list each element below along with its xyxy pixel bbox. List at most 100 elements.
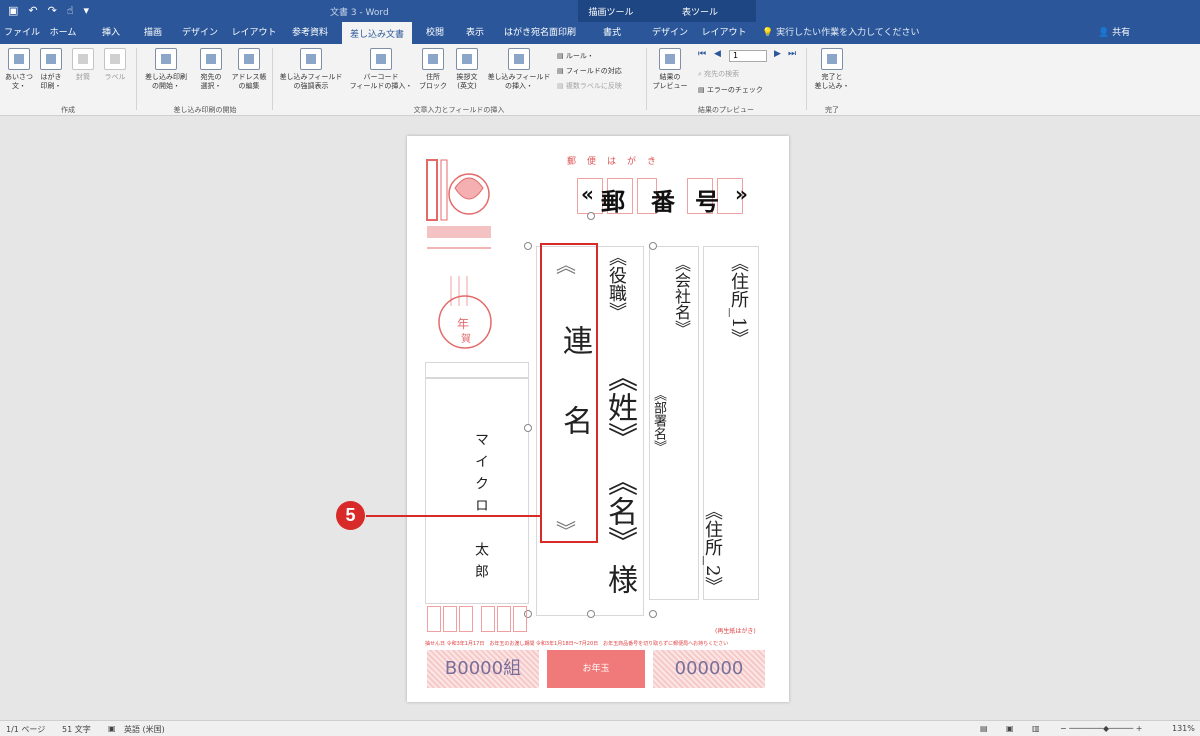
rules-label: ルール・ (565, 52, 594, 60)
greeting-label: あいさつ 文・ (5, 73, 33, 90)
tab-postcard-address[interactable]: はがき宛名面印刷 (500, 22, 580, 44)
rules-icon: ▤ (557, 52, 566, 60)
tab-design[interactable]: デザイン (178, 22, 222, 44)
greeting-line-button[interactable]: 挨拶文 (英文) (450, 48, 484, 91)
start-merge-icon (155, 48, 177, 70)
tab-home[interactable]: ホーム (46, 22, 80, 44)
tab-review[interactable]: 校閲 (420, 22, 450, 44)
record-number-input[interactable]: 1 (729, 50, 767, 62)
finish-merge-icon (821, 48, 843, 70)
web-layout-icon[interactable]: ▥ (1032, 724, 1040, 733)
highlight-fields-button[interactable]: 差し込みフィールド の強調表示 (276, 48, 346, 91)
tell-me-box[interactable]: 💡 実行したい作業を入力してください (762, 22, 920, 44)
update-labels-button[interactable]: ▤ 複数ラベルに反映 (557, 81, 622, 91)
first-record-icon[interactable]: ⏮ (698, 49, 706, 59)
tab-file[interactable]: ファイル (4, 22, 40, 44)
greeting-line-label: 挨拶文 (英文) (456, 73, 478, 90)
honorific-sama: 様 (602, 564, 637, 594)
zoom-slider[interactable]: − ───────◆───── + (1060, 724, 1142, 733)
tab-insert[interactable]: 挿入 (96, 22, 126, 44)
address1-merge-field[interactable]: 《住所_1》 (725, 254, 751, 346)
tab-table-layout[interactable]: レイアウト (700, 22, 748, 44)
sender-zip-box (481, 606, 495, 632)
tab-draw[interactable]: 描画 (138, 22, 168, 44)
quick-access-toolbar: ▣ ↶ ↷ ☝ ▾ (8, 4, 89, 17)
resize-handle[interactable] (524, 242, 532, 250)
group-separator (806, 48, 807, 110)
department-merge-field[interactable]: 《部署名》 (649, 388, 668, 453)
postal-code-field[interactable]: « 郵 番 号 » (569, 178, 759, 216)
stamp-illustration (426, 159, 491, 249)
barcode-button[interactable]: バーコード フィールドの挿入・ (348, 48, 414, 91)
word-count[interactable]: 51 文字 (62, 724, 91, 735)
title-bar: ▣ ↶ ↷ ☝ ▾ 文書 3 - Word 描画ツール 表ツール (0, 0, 1200, 44)
tab-table-design[interactable]: デザイン (648, 22, 692, 44)
next-record-icon[interactable]: ▶ (774, 49, 781, 59)
insert-field-icon (508, 48, 530, 70)
save-icon[interactable]: ▣ (8, 4, 18, 17)
lottery-notice: 抽せん日 令和3年1月17日 お年玉のお渡し期間 令和3年1月18日〜7月20日… (425, 641, 729, 647)
resize-handle[interactable] (587, 610, 595, 618)
given-name-merge-field[interactable]: 《名》 (597, 466, 641, 556)
redo-icon[interactable]: ↷ (48, 4, 57, 17)
undo-icon[interactable]: ↶ (28, 4, 37, 17)
resize-handle[interactable] (649, 610, 657, 618)
envelope-button[interactable]: 封筒 (68, 48, 98, 82)
address-book-icon (238, 48, 260, 70)
start-merge-button[interactable]: 差し込み印刷 の開始・ (140, 48, 192, 91)
preview-results-label: 結果の プレビュー (652, 73, 688, 90)
resize-handle[interactable] (649, 242, 657, 250)
preview-results-button[interactable]: 結果の プレビュー (650, 48, 690, 91)
customize-qat-button[interactable]: ▾ (84, 4, 90, 17)
check-errors-icon: ▤ (698, 86, 707, 94)
tab-format[interactable]: 書式 (592, 22, 632, 44)
tab-view[interactable]: 表示 (460, 22, 490, 44)
page-count[interactable]: 1/1 ページ (6, 724, 45, 735)
tab-references[interactable]: 参考資料 (286, 22, 334, 44)
title-merge-field[interactable]: 《役職》 (603, 248, 629, 320)
rules-button[interactable]: ▤ ルール・ (557, 51, 594, 61)
address2-merge-field[interactable]: 《住所_2》 (699, 502, 725, 594)
surname-merge-field[interactable]: 《姓》 (597, 362, 641, 452)
share-button[interactable]: 👤 共有 (1098, 22, 1130, 44)
address-block-label: 住所 ブロック (419, 73, 447, 90)
sender-name[interactable]: マイクロ 太郎 (471, 432, 491, 586)
proofing-icon[interactable]: ▣ (108, 724, 116, 733)
greeting-button[interactable]: あいさつ 文・ (4, 48, 34, 91)
postcard-header: 郵便はがき (567, 157, 668, 167)
labels-button[interactable]: ラベル (100, 48, 130, 82)
edit-list-button[interactable]: アドレス帳 の編集 (230, 48, 268, 91)
zoom-level[interactable]: 131% (1172, 724, 1195, 733)
merge-close-mark: » (735, 182, 748, 206)
postcard-print-button[interactable]: はがき 印刷・ (36, 48, 66, 91)
previous-record-icon[interactable]: ◀ (714, 49, 721, 59)
barcode-label: バーコード フィールドの挿入・ (349, 73, 413, 90)
company-merge-field[interactable]: 《会社名》 (669, 256, 693, 336)
document-title: 文書 3 - Word (330, 8, 389, 18)
address-block-button[interactable]: 住所 ブロック (418, 48, 448, 91)
rotate-handle[interactable] (587, 212, 595, 220)
recycled-paper-note: (再生紙はがき) (715, 628, 756, 635)
address-block-icon (422, 48, 444, 70)
postcard-page[interactable]: 年 賀 郵便はがき « 郵 番 号 » ︽ 連 名 ︾ 《役職》 《姓》 《名》… (407, 136, 789, 702)
finish-merge-button[interactable]: 完了と 差し込み・ (810, 48, 854, 91)
tab-mailings[interactable]: 差し込み文書 (342, 22, 412, 44)
highlight-fields-label: 差し込みフィールド の強調表示 (279, 73, 343, 90)
language[interactable]: 英語 (米国) (124, 724, 165, 735)
select-recipients-button[interactable]: 宛先の 選択・ (194, 48, 228, 91)
joint-name-field[interactable]: ︽ 連 名 ︾ (540, 243, 598, 543)
resize-handle[interactable] (524, 424, 532, 432)
sender-zip-box (459, 606, 473, 632)
find-recipient-button[interactable]: ⌕ 宛先の検索 (698, 69, 739, 79)
touch-mode-icon[interactable]: ☝ (67, 4, 74, 17)
insert-field-button[interactable]: 差し込みフィールド の挿入・ (486, 48, 552, 91)
print-layout-icon[interactable]: ▣ (1006, 724, 1014, 733)
last-record-icon[interactable]: ⏭ (788, 49, 796, 59)
check-errors-button[interactable]: ▤ エラーのチェック (698, 85, 763, 95)
read-mode-icon[interactable]: ▤ (980, 724, 988, 733)
match-fields-button[interactable]: ▤ フィールドの対応 (557, 66, 622, 76)
tab-layout[interactable]: レイアウト (230, 22, 278, 44)
group-separator (136, 48, 137, 110)
postal-char: 号 (695, 187, 719, 216)
match-fields-icon: ▤ (557, 67, 566, 75)
